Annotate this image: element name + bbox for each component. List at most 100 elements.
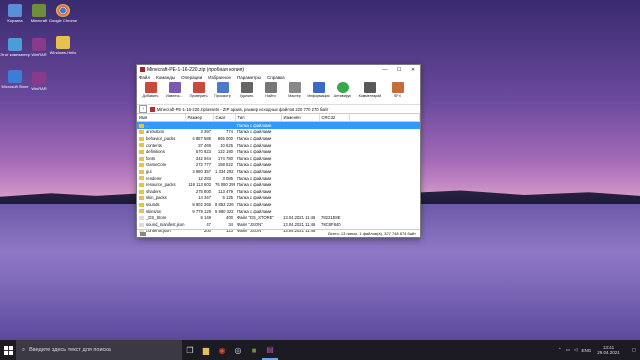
cell-packed: 3 085 xyxy=(222,175,233,181)
task-view-icon[interactable]: ❐ xyxy=(182,340,198,360)
window-titlebar[interactable]: Minecraft-PE-1-16-220.zip (пробная копия… xyxy=(137,65,420,74)
cell-size: 12 283 xyxy=(198,175,211,181)
file-row[interactable]: contents 37 469 10 625 Папка с файлами xyxy=(137,142,420,149)
menu-commands[interactable]: Команды xyxy=(156,75,175,80)
file-row[interactable]: behavior_packs 4 887 589 865 000 Папка с фа… xyxy=(137,135,420,142)
file-row[interactable]: skins/on 9 779 129 5 980 322 Папка с файлам… xyxy=(137,208,420,215)
cell-type: Папка с файлами xyxy=(237,135,272,141)
maximize-button[interactable]: ☐ xyxy=(392,67,406,73)
cell-name: shaders xyxy=(137,188,185,195)
cell-spacer xyxy=(349,129,420,136)
toolbar-comment-button[interactable]: Комментарий xyxy=(355,81,385,98)
cell-modified: 13.04.2021 11:46 xyxy=(283,215,316,221)
cell-name: sounds xyxy=(137,201,185,208)
file-row[interactable]: skin_packs 14 347 5 135 Папка с файлами xyxy=(137,195,420,202)
clock[interactable]: 13:41 29.04.2021 xyxy=(597,345,620,355)
cell-packed: 8 853 226 xyxy=(215,201,234,207)
menu-operations[interactable]: Операции xyxy=(181,75,202,80)
cell-modified xyxy=(281,208,319,215)
language-indicator[interactable]: ENG xyxy=(581,348,591,353)
file-row[interactable]: renderer 12 283 3 085 Папка с файлами xyxy=(137,175,420,182)
winrar-icon xyxy=(32,72,46,85)
minimize-button[interactable]: — xyxy=(378,67,392,73)
file-row[interactable]: _DS_Store 6 148 400 Файл "DS_STORE" 13.04.20… xyxy=(137,214,420,221)
test-icon xyxy=(192,82,205,93)
cell-modified xyxy=(281,121,319,129)
file-row[interactable]: sounds 8 902 265 8 853 226 Папка с файлами xyxy=(137,201,420,208)
toolbar-test-button[interactable]: Проверить xyxy=(187,81,210,98)
cell-type: Папка с файлами xyxy=(237,142,272,148)
column-type[interactable]: Тип xyxy=(235,114,282,122)
toolbar-sfx-button[interactable]: SFX xyxy=(386,81,409,98)
file-name: definitions xyxy=(146,149,165,155)
column-crc[interactable]: CRC32 xyxy=(319,114,350,122)
cell-size: 119 113 603 xyxy=(188,182,211,188)
file-name: skin_packs xyxy=(146,195,167,201)
cell-type: Папка с файлами xyxy=(235,121,281,129)
toolbar-delete-button[interactable]: Удалить xyxy=(235,81,258,98)
menu-options[interactable]: Параметры xyxy=(237,75,261,80)
toolbar-antivirus-button[interactable]: Антивирус xyxy=(331,81,354,98)
toolbar-wizard-button[interactable]: Мастер xyxy=(283,81,306,98)
winrar-taskbar-icon[interactable]: ▤ xyxy=(262,340,278,360)
start-button[interactable] xyxy=(0,340,16,360)
file-row[interactable]: gui 3 980 357 1 334 292 Папка с файлами xyxy=(137,168,420,175)
toolbar-view-button[interactable]: Просмотр xyxy=(211,81,234,98)
chrome-taskbar-icon[interactable]: ◉ xyxy=(214,340,230,360)
column-modified[interactable]: Изменён xyxy=(281,114,320,122)
network-icon[interactable]: ▭ xyxy=(566,347,570,353)
menu-favorites[interactable]: Избранное xyxy=(208,75,231,80)
cell-size: 4 887 589 xyxy=(192,135,211,141)
desktop-icon-windows-hello[interactable]: Windows-Hello xyxy=(48,36,78,55)
cell-size: 3 397 xyxy=(200,129,211,135)
cell-modified xyxy=(281,195,319,202)
archive-path[interactable]: Minecraft-PE-1-16-220.zip\assets - ZIP а… xyxy=(157,107,329,112)
cell-modified xyxy=(281,175,319,182)
cell-spacer xyxy=(349,195,420,202)
cell-packed: 5 980 322 xyxy=(215,208,234,214)
antivirus-icon xyxy=(336,82,349,93)
toolbar-find-button[interactable]: Найти xyxy=(259,81,282,98)
column-size[interactable]: Размер xyxy=(185,114,214,122)
cell-packed: 865 000 xyxy=(217,135,233,141)
sfx-icon xyxy=(391,82,404,93)
file-row[interactable]: shaders 275 800 113 479 Папка с файлами xyxy=(137,188,420,195)
cell-spacer xyxy=(349,148,420,155)
toolbar-info-button[interactable]: Информация xyxy=(307,81,330,98)
volume-icon[interactable]: ◁ xyxy=(574,347,577,353)
notifications-icon[interactable]: ▢ xyxy=(632,347,636,353)
column-name[interactable]: Имя xyxy=(137,114,186,122)
toolbar: Добавить Извлечь... Проверить Просмотр У… xyxy=(137,81,420,105)
file-row[interactable]: fonts 342 944 174 780 Папка с файлами xyxy=(137,155,420,162)
desktop-icon-chrome[interactable]: Google Chrome xyxy=(48,4,78,23)
find-icon xyxy=(264,82,277,93)
info-icon xyxy=(312,82,325,93)
file-row[interactable]: GameCore 272 777 158 522 Папка с файлами xyxy=(137,162,420,169)
up-folder-icon[interactable]: ↑ xyxy=(139,105,147,113)
file-explorer-icon[interactable]: ▆ xyxy=(198,340,214,360)
cell-size: 6 148 xyxy=(200,215,211,221)
column-packed[interactable]: Сжат xyxy=(213,114,236,122)
cell-type: Папка с файлами xyxy=(237,208,272,214)
minecraft-taskbar-icon[interactable]: ■ xyxy=(246,340,262,360)
file-row[interactable]: sound_manifest.json 47 34 Файл "JSON" 13.04.… xyxy=(137,221,420,228)
toolbar-label: Антивирус xyxy=(333,94,352,98)
file-row[interactable]: animation 3 397 774 Папка с файлами xyxy=(137,129,420,136)
desktop-icon-winrar-2[interactable]: WinRAR xyxy=(24,72,54,91)
file-row[interactable]: definitions 570 823 122 180 Папка с файлами xyxy=(137,148,420,155)
cell-type: Файл "JSON" xyxy=(237,221,263,227)
menu-help[interactable]: Справка xyxy=(267,75,285,80)
taskbar-search-box[interactable]: ⌕ Введите здесь текст для поиска xyxy=(16,340,182,360)
file-row[interactable]: .. Папка с файлами xyxy=(137,121,420,129)
tray-chevron-icon[interactable]: ⌃ xyxy=(558,347,562,353)
toolbar-add-button[interactable]: Добавить xyxy=(139,81,162,98)
toolbar-label: Информация xyxy=(307,94,330,98)
folder-icon xyxy=(139,163,144,168)
steam-icon[interactable]: ◎ xyxy=(230,340,246,360)
cell-type: Папка с файлами xyxy=(237,201,272,207)
file-row[interactable]: resource_packs 119 113 603 76 080 299 Папка… xyxy=(137,181,420,188)
store-icon xyxy=(8,70,22,83)
close-button[interactable]: ✕ xyxy=(406,67,420,73)
toolbar-extract-button[interactable]: Извлечь... xyxy=(163,81,186,98)
menu-file[interactable]: Файл xyxy=(139,75,150,80)
